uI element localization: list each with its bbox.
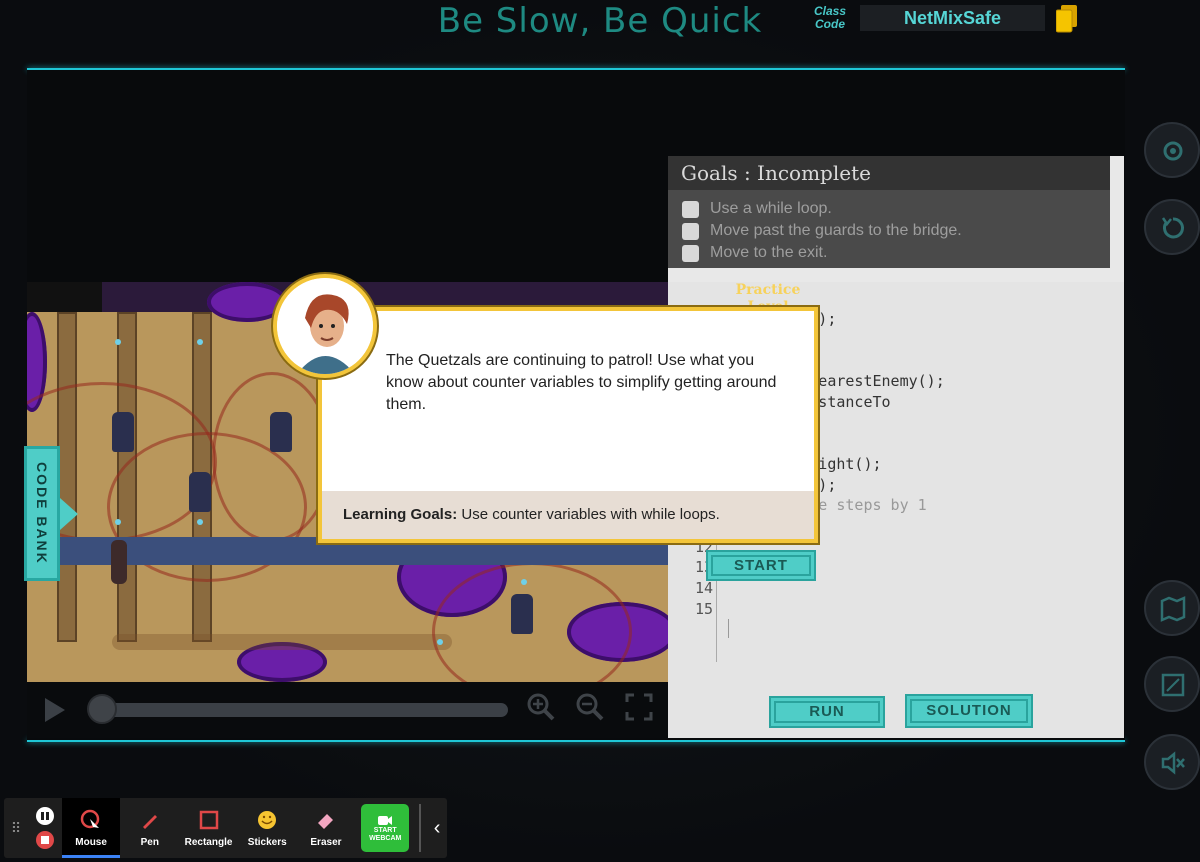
hero-character: [111, 540, 127, 584]
smiley-icon: [258, 810, 277, 829]
tool-label: Stickers: [247, 836, 287, 848]
webcam-label-line2: WEBCAM: [369, 835, 402, 842]
patrol-ring: [212, 372, 332, 542]
zoom-out-icon[interactable]: [575, 692, 605, 722]
goal-item: Use a while loop.: [668, 198, 1124, 220]
stop-icon[interactable]: [35, 831, 54, 849]
restart-button[interactable]: [1144, 199, 1200, 255]
tool-label: Eraser: [310, 836, 342, 848]
waypoint: [197, 339, 203, 345]
zoom-in-icon[interactable]: [526, 692, 556, 722]
run-button[interactable]: RUN: [769, 696, 885, 728]
rectangle-icon: [199, 810, 218, 829]
play-icon[interactable]: [45, 698, 65, 722]
mentor-portrait: [273, 274, 377, 378]
code-bank-tab[interactable]: CODE BANK: [24, 446, 60, 581]
goal-item: Move past the guards to the bridge.: [668, 220, 1124, 242]
speaker-muted-icon: [1161, 751, 1185, 775]
restart-icon: [1161, 217, 1184, 239]
copy-icon[interactable]: [1056, 5, 1078, 33]
start-webcam-button[interactable]: START WEBCAM: [361, 804, 410, 852]
start-button[interactable]: START: [706, 550, 816, 581]
waypoint: [521, 579, 527, 585]
mute-button[interactable]: [1144, 734, 1200, 790]
tool-label: Mouse: [75, 836, 107, 848]
goal-checkbox: [682, 200, 699, 218]
playback-scrubber[interactable]: [100, 703, 508, 717]
toolbar-divider: [419, 804, 422, 852]
goal-checkbox: [682, 222, 699, 240]
map-button[interactable]: [1144, 580, 1200, 636]
tool-pen[interactable]: Pen: [120, 798, 179, 858]
webcam-icon: [378, 816, 393, 825]
goals-vertical-scrollbar[interactable]: [1110, 156, 1124, 268]
modal-message: The Quetzals are continuing to patrol! U…: [386, 352, 777, 413]
learning-goals: Learning Goals: Use counter variables wi…: [322, 491, 814, 539]
tool-eraser[interactable]: Eraser: [297, 798, 356, 858]
cursor-icon: [80, 809, 100, 828]
pause-icon[interactable]: [35, 807, 54, 825]
tool-rectangle[interactable]: Rectangle: [179, 798, 238, 858]
map-icon: [1160, 596, 1186, 622]
drag-handle-icon[interactable]: ⠿: [4, 798, 28, 858]
fullscreen-icon[interactable]: [624, 692, 654, 722]
learning-goals-text: Use counter variables with while loops.: [461, 506, 720, 523]
tool-stickers[interactable]: Stickers: [238, 798, 297, 858]
webcam-label-line1: START: [373, 827, 397, 834]
waypoint: [437, 639, 443, 645]
goals-horizontal-scrollbar[interactable]: [668, 268, 1124, 282]
goal-checkbox: [682, 244, 699, 262]
tool-mouse[interactable]: Mouse: [61, 798, 121, 858]
goal-item: Move to the exit.: [668, 242, 1124, 264]
waypoint: [115, 519, 121, 525]
class-code-label: Class Code: [813, 4, 847, 31]
goal-label: Move past the guards to the bridge.: [710, 222, 962, 239]
expand-icon: [1161, 673, 1185, 697]
code-bank-arrow-icon[interactable]: [60, 498, 78, 530]
waypoint: [115, 339, 121, 345]
tool-label: Pen: [140, 836, 159, 848]
eraser-icon: [317, 813, 333, 829]
quetzal-guard: [270, 412, 292, 452]
quetzal-guard: [189, 472, 211, 512]
neon-strip-bottom: [27, 740, 1125, 742]
gear-icon: [1163, 141, 1183, 161]
intro-modal: The Quetzals are continuing to patrol! U…: [318, 307, 818, 543]
scrubber-handle[interactable]: [87, 694, 117, 724]
recording-controls: [28, 798, 62, 858]
annotation-toolbar: ⠿ Mouse Pen Rectangle Stickers Eraser ST…: [4, 798, 447, 858]
goal-label: Move to the exit.: [710, 244, 828, 261]
mentor-avatar-icon: [277, 278, 373, 374]
map-corner: [27, 282, 102, 312]
learning-goals-label: Learning Goals:: [343, 506, 458, 523]
fullscreen-toggle-button[interactable]: [1144, 656, 1200, 712]
pen-icon: [142, 814, 157, 829]
goals-heading: Goals : Incomplete: [668, 156, 1124, 190]
settings-button[interactable]: [1144, 122, 1200, 178]
goals-panel: Goals : Incomplete Use a while loop. Mov…: [668, 156, 1124, 282]
class-code-value: NetMixSafe: [860, 5, 1045, 31]
collapse-chevron-icon[interactable]: ‹: [427, 798, 447, 858]
solution-button[interactable]: SOLUTION: [905, 694, 1033, 728]
tool-label: Rectangle: [184, 836, 233, 848]
quetzal-guard: [112, 412, 134, 452]
quetzal-guard: [511, 594, 533, 634]
text-cursor: [728, 619, 729, 638]
playback-controls: [27, 682, 668, 738]
map-path: [112, 634, 452, 650]
goal-label: Use a while loop.: [710, 200, 832, 217]
waypoint: [197, 519, 203, 525]
